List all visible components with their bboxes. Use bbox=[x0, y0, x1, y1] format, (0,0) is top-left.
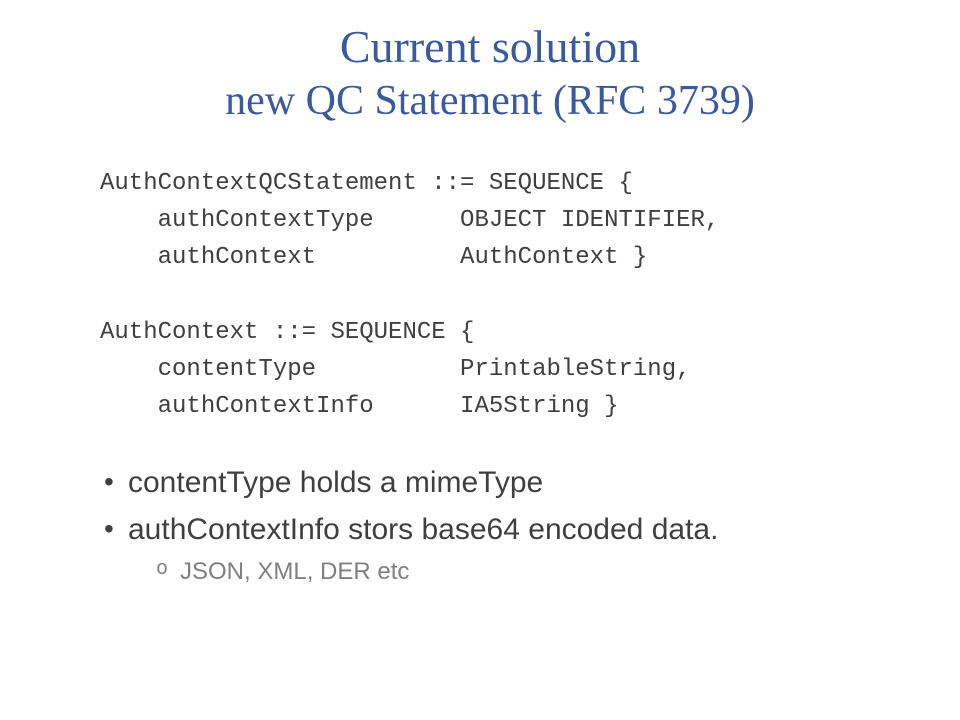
slide-title: Current solution bbox=[100, 20, 880, 73]
slide-subtitle: new QC Statement (RFC 3739) bbox=[100, 77, 880, 125]
slide-container: Current solution new QC Statement (RFC 3… bbox=[0, 0, 960, 615]
bullet-list: contentType holds a mimeType authContext… bbox=[100, 463, 880, 588]
bullet-text: contentType holds a mimeType bbox=[128, 466, 543, 499]
asn1-code-block: AuthContextQCStatement ::= SEQUENCE { au… bbox=[100, 165, 880, 425]
sub-bullet-list: JSON, XML, DER etc bbox=[128, 556, 880, 588]
bullet-item: contentType holds a mimeType bbox=[100, 463, 880, 504]
sub-bullet-item: JSON, XML, DER etc bbox=[156, 556, 880, 588]
bullet-text: authContextInfo stors base64 encoded dat… bbox=[128, 513, 718, 546]
bullet-item: authContextInfo stors base64 encoded dat… bbox=[100, 510, 880, 589]
sub-bullet-text: JSON, XML, DER etc bbox=[180, 558, 409, 585]
